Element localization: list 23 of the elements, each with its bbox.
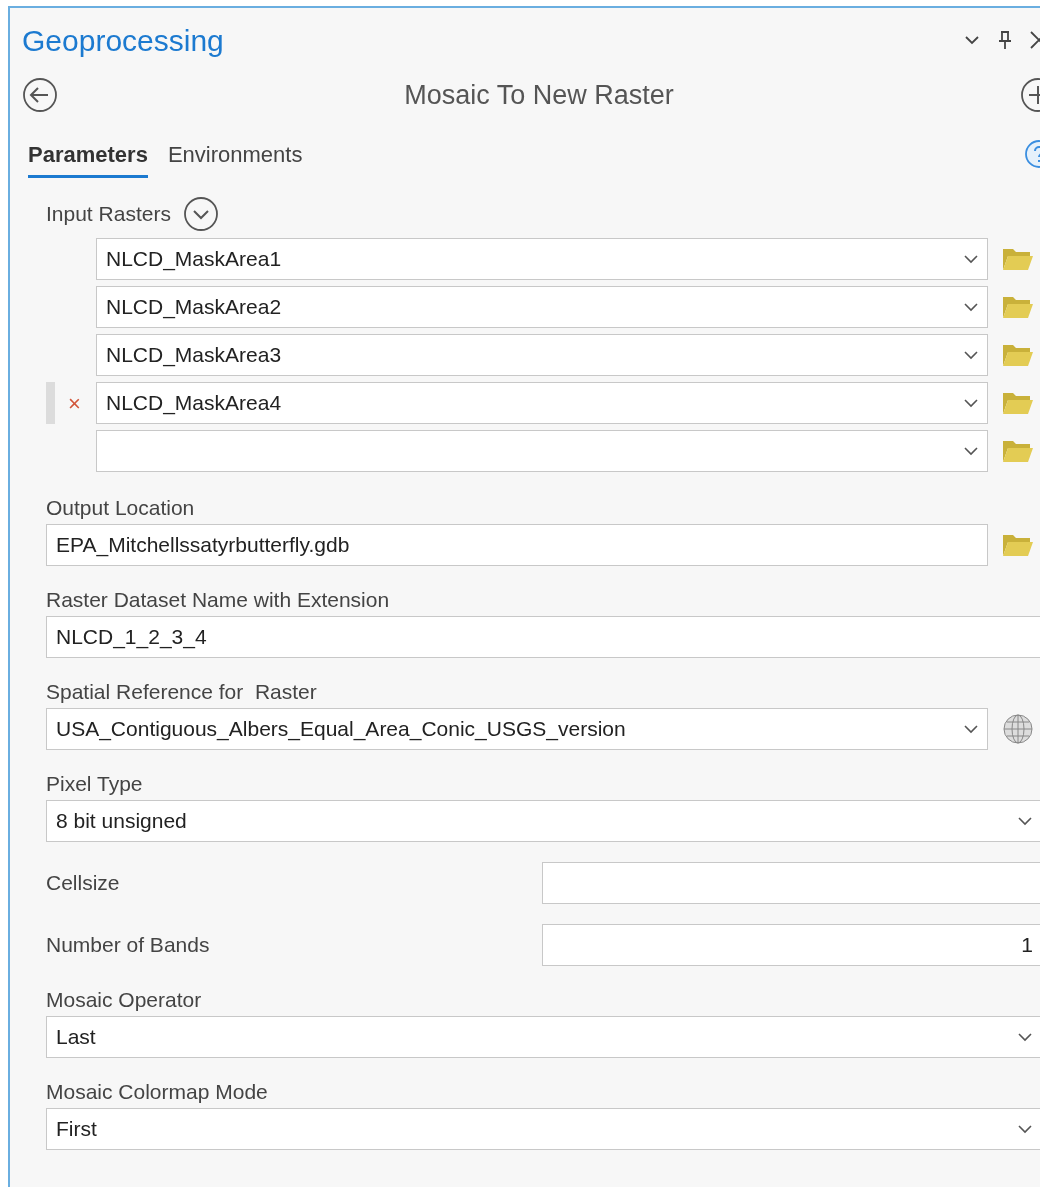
raster-dropdown[interactable]: NLCD_MaskArea4: [96, 382, 988, 424]
parameter-label: Pixel Type: [46, 771, 144, 797]
spatial-reference-dropdown[interactable]: USA_Contiguous_Albers_Equal_Area_Conic_USGS_version: [46, 708, 988, 750]
tool-title: Mosaic To New Raster: [403, 78, 675, 112]
parameter-label: Number of Bands: [46, 932, 211, 958]
path-field[interactable]: EPA_Mitchellssatyrbutterfly.gdb: [46, 524, 988, 566]
parameter-label: Mosaic Colormap Mode: [46, 1079, 269, 1105]
parameter-label: Spatial Reference for Raster: [46, 679, 318, 705]
pane-title: Geoprocessing: [22, 22, 225, 59]
number-field[interactable]: 1: [542, 924, 1040, 966]
text-field[interactable]: NLCD_1_2_3_4: [46, 616, 1040, 658]
tab[interactable]: Environments: [167, 130, 303, 178]
parameter-label: Input Rasters: [46, 201, 171, 227]
remove-button[interactable]: ×: [68, 386, 81, 420]
dropdown[interactable]: First: [46, 1108, 1040, 1150]
parameter-label: Raster Dataset Name with Extension: [46, 587, 391, 613]
parameter-label: Mosaic Operator: [46, 987, 203, 1013]
raster-row[interactable]: × NLCD_MaskArea4: [46, 382, 1040, 424]
dropdown[interactable]: 8 bit unsigned: [46, 800, 1040, 842]
dropdown[interactable]: Last: [46, 1016, 1040, 1058]
parameter-label: Cellsize: [46, 870, 121, 896]
tab[interactable]: Parameters: [28, 130, 148, 178]
parameter-label: Output Location: [46, 495, 196, 521]
